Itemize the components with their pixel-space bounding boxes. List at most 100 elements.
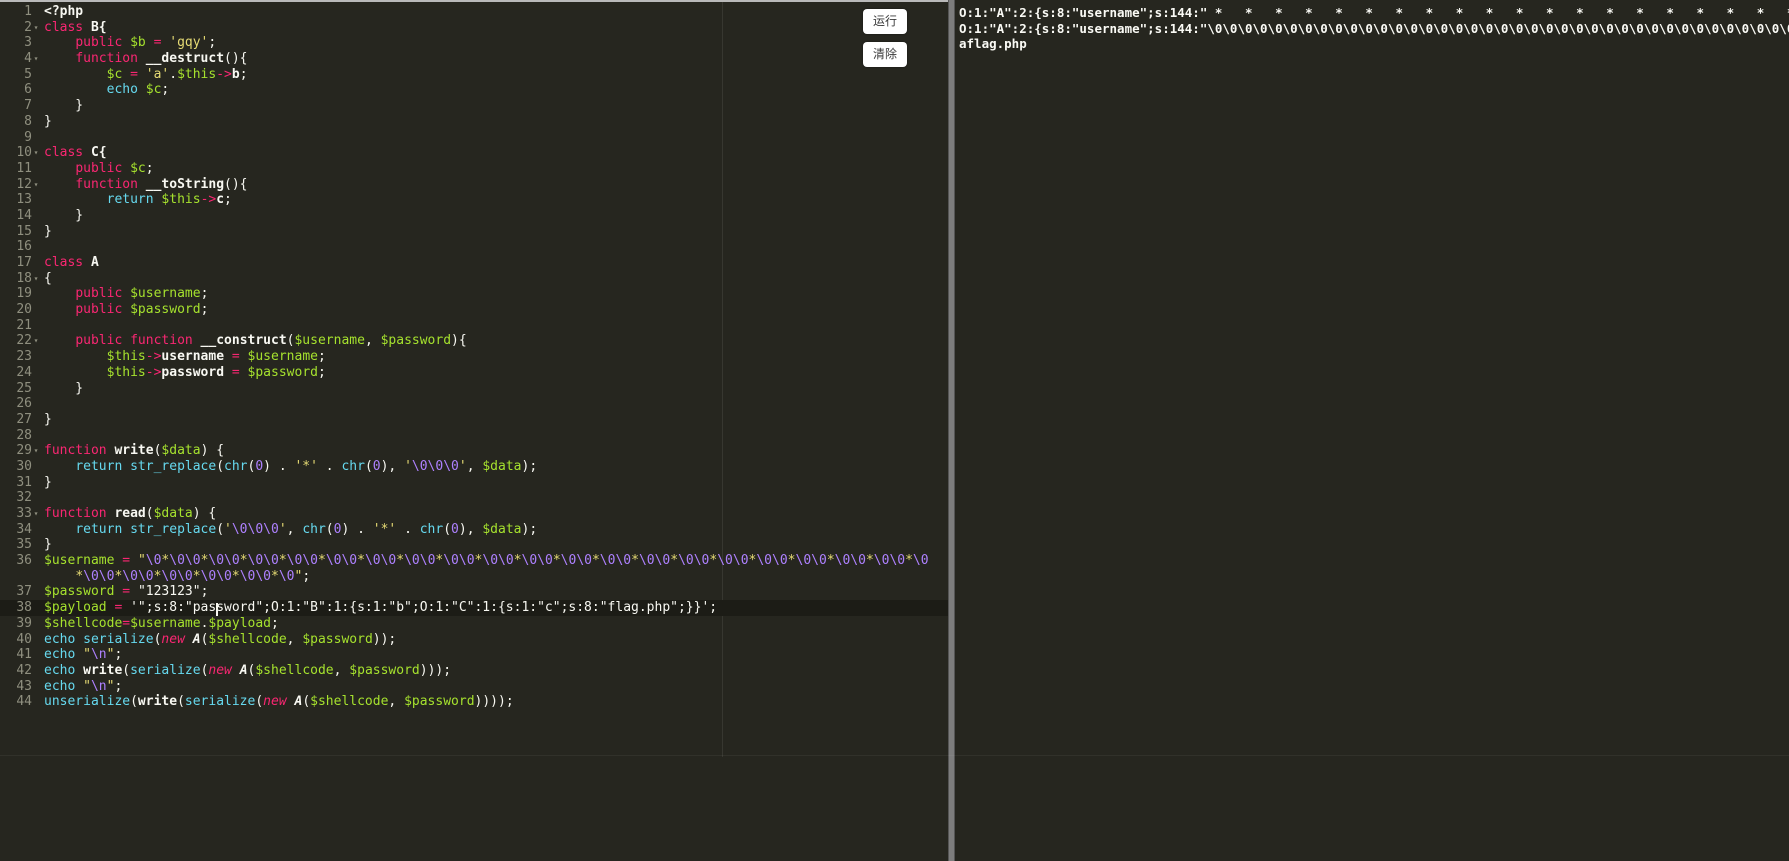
line-number: 7	[24, 98, 32, 114]
code-text: return $this->c;	[106, 192, 232, 208]
code-text: echo $c;	[106, 82, 170, 98]
line-number: 16	[16, 239, 32, 255]
output-line: O:1:"A":2:{s:8:"username";s:144:"\0\0\0\…	[959, 20, 1789, 36]
code-line: 42 echo write(serialize(new A($shellcode,…	[0, 663, 948, 679]
code-line: 21	[0, 318, 948, 334]
code-text: return str_replace('\0\0\0', chr(0) . '*…	[75, 521, 538, 537]
line-number: 6	[24, 82, 32, 98]
line-number[interactable]: 33 ▾	[0, 506, 40, 522]
code-text: }	[44, 113, 52, 129]
code-line: 15}	[0, 224, 948, 240]
fold-arrow-icon[interactable]: ▾	[32, 177, 40, 193]
line-number[interactable]: 22 ▾	[0, 333, 40, 349]
fold-arrow-icon[interactable]: ▾	[32, 506, 40, 522]
code-text: }	[44, 474, 52, 490]
fold-arrow-icon[interactable]: ▾	[32, 145, 40, 161]
code-text: public $username;	[75, 286, 209, 302]
code-line: 34 return str_replace('\0\0\0', chr(0) .…	[0, 522, 948, 538]
code-line: 38 $payload = '";s:8:"password";O:1:"B":1…	[0, 600, 948, 616]
code-line: 8}	[0, 114, 948, 130]
editor-actions: 运行 清除	[863, 9, 907, 67]
clear-button[interactable]: 清除	[863, 42, 907, 67]
line-number[interactable]: 4 ▾	[0, 51, 40, 67]
code-line: 24 $this->password = $password;	[0, 365, 948, 381]
code-text: public $c;	[75, 160, 154, 176]
code-text: $this->password = $password;	[106, 364, 326, 380]
line-number: 30	[16, 458, 32, 474]
line-number[interactable]: 10 ▾	[0, 145, 40, 161]
code-line: 22 ▾ public function __construct($usernam…	[0, 333, 948, 349]
code-line: 19 public $username;	[0, 286, 948, 302]
code-text: echo "\n";	[44, 647, 123, 663]
code-text: $password = "123123";	[44, 584, 209, 600]
run-button[interactable]: 运行	[863, 9, 907, 34]
line-number	[0, 569, 40, 585]
line-number: 23	[16, 349, 32, 365]
code-text: }	[44, 207, 84, 223]
line-number[interactable]: 18 ▾	[0, 271, 40, 287]
code-line: 39 $shellcode=$username.$payload;	[0, 616, 948, 632]
fold-arrow-icon[interactable]: ▾	[32, 333, 40, 349]
code-text: }	[44, 537, 52, 553]
line-number: 15	[16, 223, 32, 239]
code-line: 14 }	[0, 208, 948, 224]
fold-arrow-icon[interactable]: ▾	[32, 271, 40, 287]
panel-splitter[interactable]	[948, 0, 955, 861]
line-number: 28	[16, 427, 32, 443]
code-text: $c = 'a'.$this->b;	[106, 66, 248, 82]
code-line: 7 }	[0, 98, 948, 114]
code-text: {	[44, 270, 52, 286]
line-number: 19	[16, 286, 32, 302]
code-text: function read($data) {	[44, 506, 217, 521]
code-line: 6 echo $c;	[0, 82, 948, 98]
code-line: 16	[0, 239, 948, 255]
code-text: echo serialize(new A($shellcode, $passwo…	[44, 631, 397, 647]
line-number[interactable]: 12 ▾	[0, 177, 40, 193]
code-text: echo write(serialize(new A($shellcode, $…	[44, 662, 452, 678]
code-line: 43 echo "\n";	[0, 679, 948, 695]
code-text: return str_replace(chr(0) . '*' . chr(0)…	[75, 458, 538, 474]
line-number: 20	[16, 302, 32, 318]
code-line: 35}	[0, 537, 948, 553]
line-number: 11	[16, 160, 32, 176]
code-text: class B{	[44, 19, 107, 35]
code-rows: 1 <?php 2 ▾ class B{3 public $b = 'gqy'; 4 ▾ f…	[0, 4, 948, 710]
code-line: 40 echo serialize(new A($shellcode, $pass…	[0, 632, 948, 648]
code-line: 44 unserialize(write(serialize(new A($she…	[0, 694, 948, 710]
line-number: 9	[24, 129, 32, 145]
line-number: 41	[16, 647, 32, 663]
fold-arrow-icon[interactable]: ▾	[32, 51, 40, 67]
code-line: 30 return str_replace(chr(0) . '*' . chr…	[0, 459, 948, 475]
output-line: O:1:"A":2:{s:8:"username";s:144:" * * * …	[959, 5, 1789, 20]
viewport-divider	[0, 755, 1789, 756]
code-editor-panel[interactable]: 1 <?php 2 ▾ class B{3 public $b = 'gqy'; 4 ▾ f…	[0, 0, 948, 861]
code-line: 17 class A	[0, 255, 948, 271]
text-cursor	[216, 603, 218, 616]
code-line: 29 ▾ function write($data) {	[0, 443, 948, 459]
line-number: 27	[16, 411, 32, 427]
fold-arrow-icon[interactable]: ▾	[32, 443, 40, 459]
line-number: 32	[16, 490, 32, 506]
code-text: function __toString(){	[75, 176, 248, 192]
code-text: }	[44, 98, 84, 114]
code-line: 11 public $c;	[0, 161, 948, 177]
code-line: 2 ▾ class B{	[0, 20, 948, 36]
code-text: }	[44, 380, 84, 396]
line-number[interactable]: 29 ▾	[0, 443, 40, 459]
line-number: 37	[16, 584, 32, 600]
line-number[interactable]: 2 ▾	[0, 20, 40, 36]
code-text: class C{	[44, 145, 107, 161]
code-line: 25 }	[0, 381, 948, 397]
code-line: 20 public $password;	[0, 302, 948, 318]
code-line: 26	[0, 396, 948, 412]
code-line: 10 ▾ class C{	[0, 145, 948, 161]
fold-arrow-icon[interactable]: ▾	[32, 20, 40, 36]
code-line: 4 ▾ function __destruct(){	[0, 51, 948, 67]
code-line: 13 return $this->c;	[0, 192, 948, 208]
code-line: 23 $this->username = $username;	[0, 349, 948, 365]
line-number: 24	[16, 364, 32, 380]
